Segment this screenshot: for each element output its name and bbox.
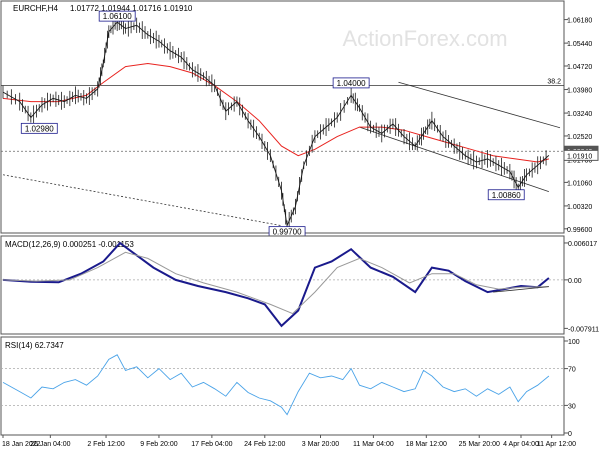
x-axis: 18 Jan 202226 Jan 04:00 2 Feb 12:00 9 Feb … bbox=[2, 435, 576, 448]
y-tick-label: 1.01060 bbox=[567, 180, 592, 187]
x-tick-label: 11 Mar 04:00 bbox=[353, 441, 394, 448]
price-annotation-label: 0.99700 bbox=[273, 228, 302, 237]
price-annotation-label: 1.00860 bbox=[492, 191, 521, 200]
x-tick-label: 24 Feb 12:00 bbox=[244, 441, 285, 448]
y-tick-label: 0.00 bbox=[568, 278, 582, 285]
y-tick-label: 1.03980 bbox=[567, 88, 592, 95]
rsi-panel: RSI(14) 62.7347 100 70 30 0 bbox=[0, 336, 580, 438]
price-annotation-label: 1.04000 bbox=[337, 79, 366, 88]
y-tick-label: 1.03240 bbox=[567, 111, 592, 118]
y-tick-label: 30 bbox=[568, 403, 576, 410]
y-tick-label: 70 bbox=[568, 367, 576, 374]
x-tick-label: 2 Feb 12:00 bbox=[87, 441, 124, 448]
y-tick-label: 0 bbox=[568, 431, 572, 438]
macd-panel: MACD(12,26,9) 0.000251 -0.001153 0.00601… bbox=[0, 235, 599, 335]
y-tick-label: 0.006017 bbox=[568, 241, 597, 248]
y-tick-label: 1.04720 bbox=[567, 64, 592, 71]
price-annotation-label: 1.02980 bbox=[25, 124, 54, 133]
symbol-label: EURCHF,H4 bbox=[13, 4, 58, 13]
x-tick-label: 26 Jan 04:00 bbox=[30, 441, 71, 448]
x-tick-label: 17 Feb 04:00 bbox=[191, 441, 232, 448]
y-tick-label: 100 bbox=[568, 339, 580, 346]
fib-level-label: 38.2 bbox=[547, 78, 561, 85]
x-tick-label: 25 Mar 20:00 bbox=[459, 441, 500, 448]
price-annotation-label: 1.06100 bbox=[103, 12, 132, 21]
price-badge-label: 1.01910 bbox=[567, 153, 592, 160]
x-tick-label: 9 Feb 20:00 bbox=[140, 441, 177, 448]
y-tick-label: 0.99600 bbox=[567, 227, 592, 234]
y-tick-label: 1.02520 bbox=[567, 134, 592, 141]
x-tick-label: 18 Mar 12:00 bbox=[406, 441, 447, 448]
chart: ActionForex.com EURCHF,H4 1.01772 1.0194… bbox=[0, 0, 599, 448]
y-tick-label: 1.05440 bbox=[567, 41, 592, 48]
rsi-label: RSI(14) 62.7347 bbox=[5, 341, 64, 350]
y-tick-label: 1.00320 bbox=[567, 204, 592, 211]
y-tick-label: 1.06180 bbox=[567, 18, 592, 25]
x-tick-label: 4 Apr 04:00 bbox=[503, 441, 539, 448]
watermark: ActionForex.com bbox=[342, 26, 507, 51]
y-tick-label: -0.007911 bbox=[568, 326, 599, 333]
x-tick-label: 3 Mar 20:00 bbox=[302, 441, 339, 448]
price-panel: ActionForex.com EURCHF,H4 1.01772 1.0194… bbox=[0, 0, 599, 238]
x-tick-label: 11 Apr 12:00 bbox=[537, 441, 576, 448]
